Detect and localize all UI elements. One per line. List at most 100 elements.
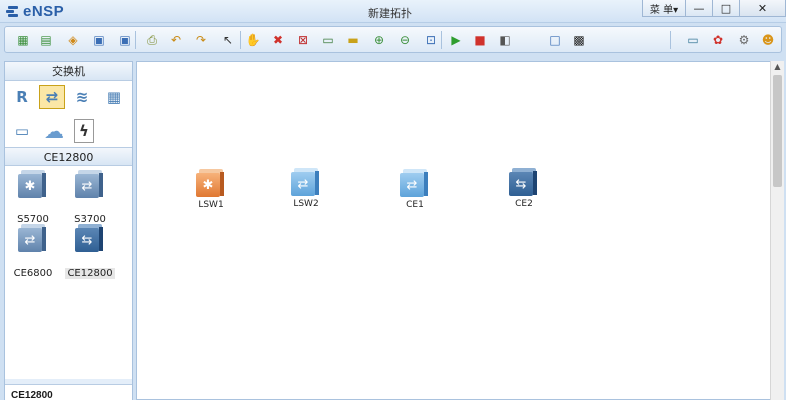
- scroll-thumb[interactable]: [773, 75, 782, 187]
- settings-icon: ⚙: [738, 33, 750, 47]
- minimize-button[interactable]: —: [686, 0, 713, 17]
- category-section-title: 交换机: [5, 62, 132, 81]
- router-category-button[interactable]: R: [9, 85, 35, 109]
- delete-all-button[interactable]: ⊠: [294, 31, 312, 49]
- cloud-category-icon: ☁: [44, 119, 64, 143]
- palette-button[interactable]: ▬: [344, 31, 362, 49]
- device-grid: ✱ S5700 ⇄ S3700 ⇄ CE6800 ⇆ CE12800: [5, 166, 132, 379]
- scroll-up-icon[interactable]: ▲: [771, 62, 784, 76]
- category-grid: R ⇄ ≋ ▦ ▭ ☁ ϟ: [5, 81, 132, 147]
- cloud-category-button[interactable]: ☁: [41, 119, 67, 143]
- fit-button[interactable]: ⊡: [422, 31, 440, 49]
- chat-icon: ▭: [687, 33, 699, 47]
- node-label: CE2: [515, 199, 533, 209]
- fit-icon: ⊡: [425, 33, 437, 47]
- start-button[interactable]: ▶: [447, 31, 465, 49]
- redo-button[interactable]: ↷: [192, 31, 210, 49]
- switch-icon: ⇄: [291, 168, 321, 196]
- topology-node-ce1[interactable]: ⇄ CE1: [385, 169, 445, 210]
- start-icon: ▶: [451, 33, 461, 47]
- node-label: CE1: [406, 200, 424, 210]
- huawei-button[interactable]: ✿: [709, 31, 727, 49]
- switch-icon: ⇄: [75, 170, 105, 198]
- settings-button[interactable]: ⚙: [735, 31, 753, 49]
- router-category-icon: R: [16, 88, 28, 106]
- ensp-logo-icon: [6, 4, 20, 19]
- grid-icon: □: [549, 33, 561, 47]
- wlan-category-button[interactable]: ≋: [69, 85, 95, 109]
- delete-icon: ✖: [272, 33, 284, 47]
- stop-button[interactable]: ■: [471, 31, 489, 49]
- chat-button[interactable]: ▭: [684, 31, 702, 49]
- new-lab-icon: ▤: [40, 33, 52, 47]
- switch-icon: ⇆: [509, 168, 539, 196]
- help-icon: ☻: [761, 33, 775, 47]
- zoom-in-button[interactable]: ⊕: [370, 31, 388, 49]
- open-icon: ◈: [68, 33, 78, 47]
- hand-button[interactable]: ✋: [244, 31, 262, 49]
- firewall-category-icon: ▦: [106, 88, 122, 106]
- window-controls: 菜 单▾ — □ ✕: [642, 0, 786, 17]
- firewall-category-button[interactable]: ▦: [101, 85, 127, 109]
- save-icon: ▣: [93, 33, 105, 47]
- topology-canvas[interactable]: ✱ LSW1 ⇄ LSW2 ⇄ CE1 ⇆ CE2: [136, 61, 770, 400]
- device-label: CE6800: [13, 268, 53, 279]
- app-logo: eNSP: [6, 3, 64, 20]
- device-label: CE12800: [65, 268, 115, 279]
- help-button[interactable]: ☻: [759, 31, 777, 49]
- new-topology-button[interactable]: ▦: [14, 31, 32, 49]
- toolbar-separator: [670, 31, 671, 49]
- link-category-button[interactable]: ϟ: [74, 119, 94, 143]
- palette-icon: ▬: [347, 33, 359, 47]
- huawei-icon: ✿: [712, 33, 724, 47]
- maximize-button[interactable]: □: [713, 0, 740, 17]
- zoom-out-button[interactable]: ⊖: [396, 31, 414, 49]
- text-icon: ▭: [322, 33, 334, 47]
- open-button[interactable]: ◈: [64, 31, 82, 49]
- capture-button[interactable]: ◧: [496, 31, 514, 49]
- toolbar-separator: [441, 31, 442, 49]
- topology-icon: ▩: [573, 33, 585, 47]
- delete-all-icon: ⊠: [297, 33, 309, 47]
- topology-node-ce2[interactable]: ⇆ CE2: [494, 168, 554, 209]
- undo-button[interactable]: ↶: [167, 31, 185, 49]
- save-as-icon: ▣: [119, 33, 131, 47]
- capture-icon: ◧: [499, 33, 511, 47]
- save-button[interactable]: ▣: [90, 31, 108, 49]
- undo-icon: ↶: [170, 33, 182, 47]
- delete-button[interactable]: ✖: [269, 31, 287, 49]
- new-lab-button[interactable]: ▤: [37, 31, 55, 49]
- topology-node-lsw1[interactable]: ✱ LSW1: [181, 169, 241, 210]
- print-button[interactable]: ⎙: [143, 31, 161, 49]
- wlan-category-icon: ≋: [75, 88, 89, 106]
- device-description: CE12800: [5, 384, 132, 400]
- select-icon: ↖: [222, 33, 234, 47]
- zoom-out-icon: ⊖: [399, 33, 411, 47]
- device-panel: 交换机 R ⇄ ≋ ▦ ▭ ☁ ϟ CE12800 ✱ S5700 ⇄ S3700 ⇄ CE6800 ⇆…: [4, 61, 133, 400]
- save-as-button[interactable]: ▣: [116, 31, 134, 49]
- window-title: 新建拓扑: [368, 7, 412, 20]
- redo-icon: ↷: [195, 33, 207, 47]
- switch-category-button[interactable]: ⇄: [39, 85, 65, 109]
- topology-node-lsw2[interactable]: ⇄ LSW2: [276, 168, 336, 209]
- text-button[interactable]: ▭: [319, 31, 337, 49]
- device-item-ce6800[interactable]: ⇄ CE6800: [8, 224, 58, 279]
- device-item-ce12800[interactable]: ⇆ CE12800: [65, 224, 115, 279]
- device-item-s3700[interactable]: ⇄ S3700: [65, 170, 115, 225]
- toolbar-separator: [240, 31, 241, 49]
- close-button[interactable]: ✕: [740, 0, 786, 17]
- select-button[interactable]: ↖: [219, 31, 237, 49]
- vertical-scrollbar[interactable]: ▲: [770, 61, 784, 400]
- switch-icon: ⇄: [18, 224, 48, 252]
- switch-icon: ⇄: [400, 169, 430, 197]
- node-label: LSW2: [293, 199, 319, 209]
- topology-button[interactable]: ▩: [570, 31, 588, 49]
- switch-category-icon: ⇄: [45, 88, 59, 106]
- pc-category-button[interactable]: ▭: [9, 119, 35, 143]
- menu-button[interactable]: 菜 单▾: [642, 0, 686, 17]
- node-label: LSW1: [198, 200, 224, 210]
- device-item-s5700[interactable]: ✱ S5700: [8, 170, 58, 225]
- pc-category-icon: ▭: [14, 122, 30, 140]
- grid-button[interactable]: □: [546, 31, 564, 49]
- device-section-title: CE12800: [5, 147, 132, 166]
